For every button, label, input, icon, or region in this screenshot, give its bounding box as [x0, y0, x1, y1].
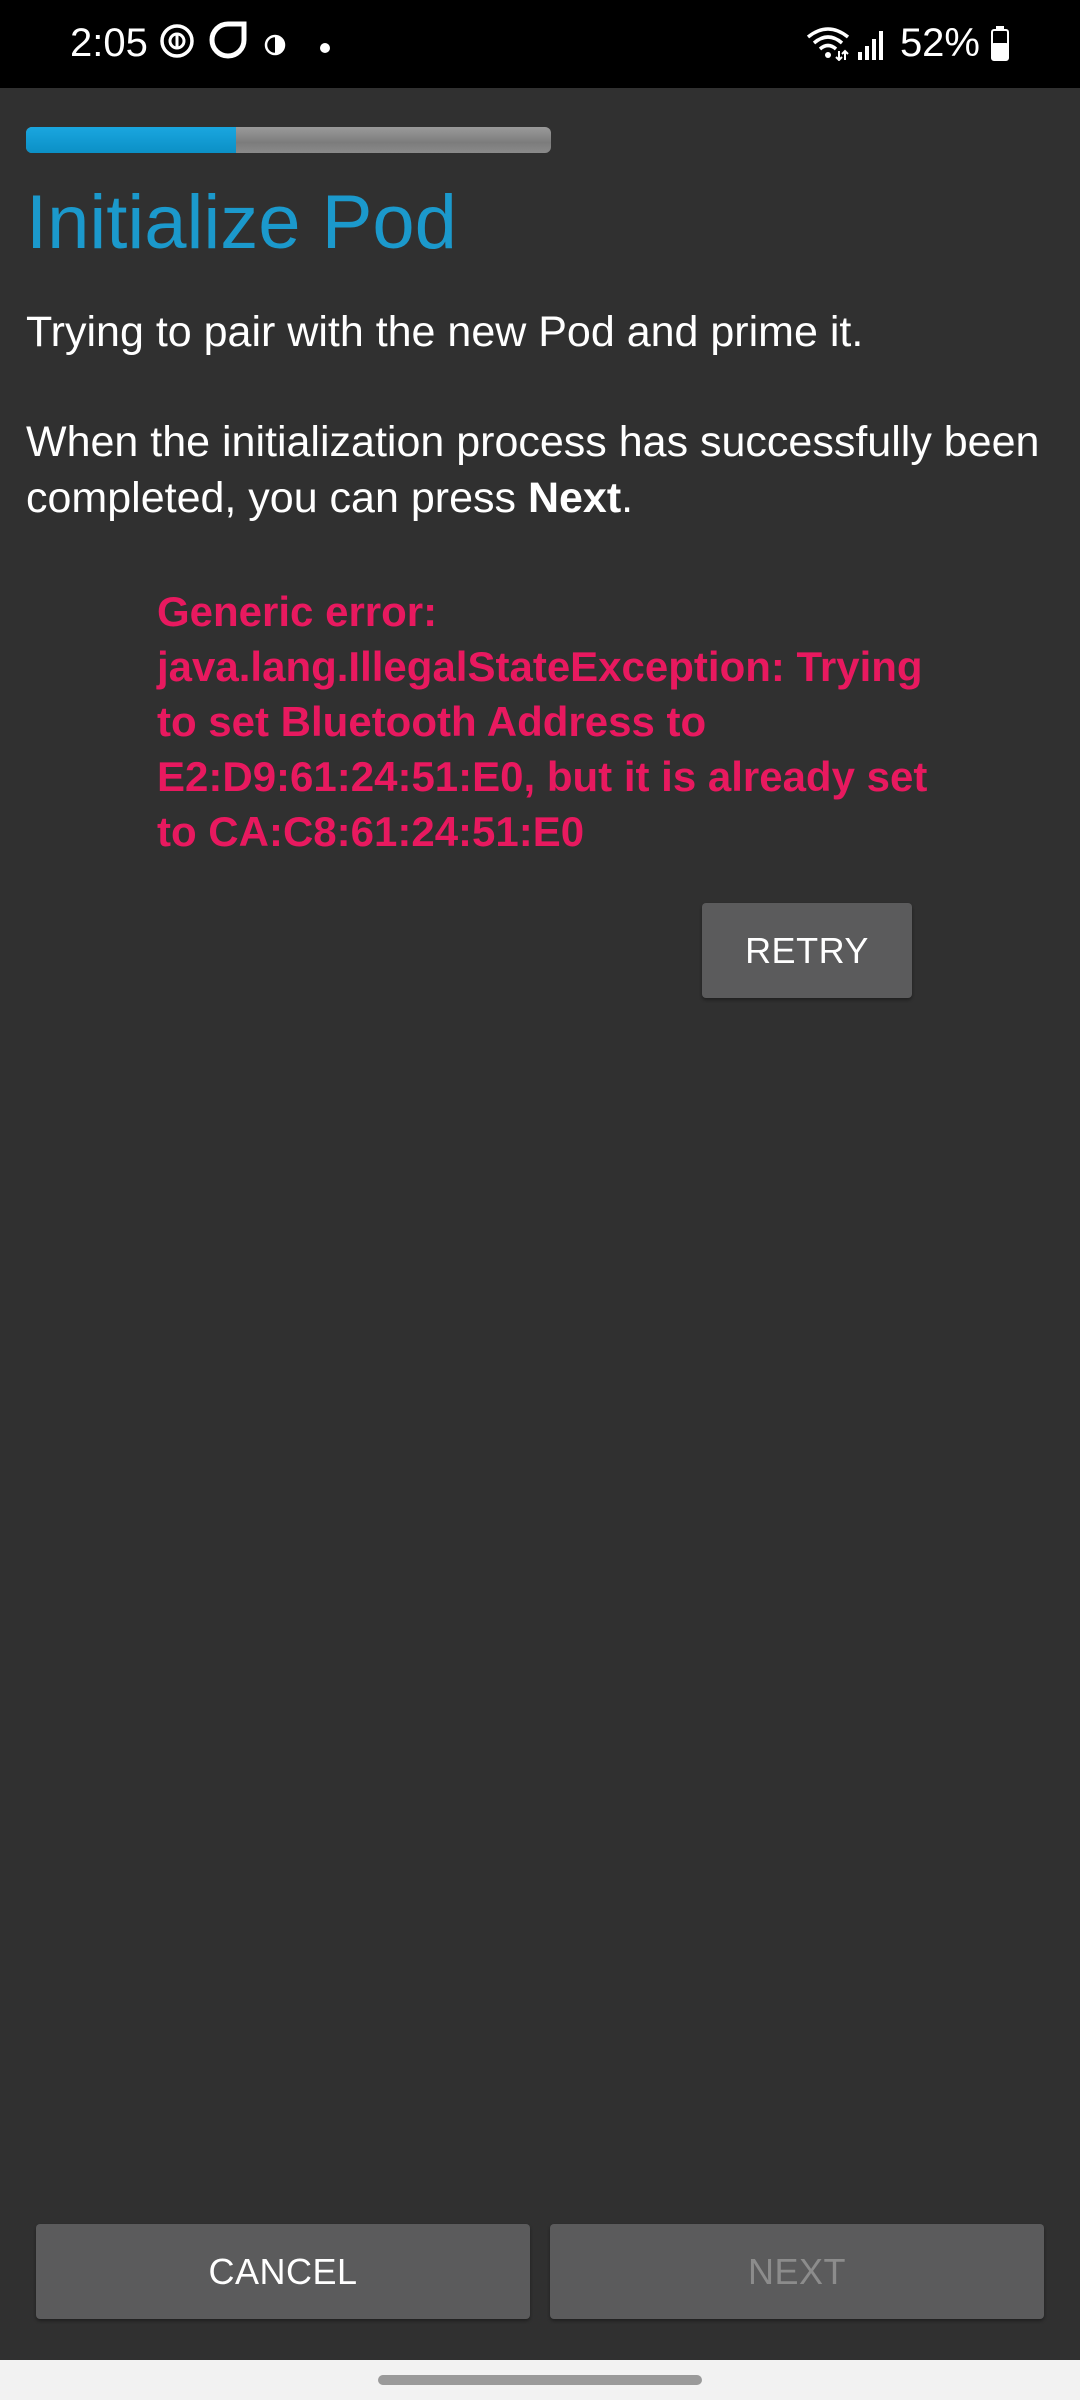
page-title: Initialize Pod [26, 180, 457, 265]
instruction-text: Trying to pair with the new Pod and prim… [26, 308, 864, 356]
completion-instruction-suffix: . [621, 474, 634, 522]
retry-button[interactable]: RETRY [702, 903, 912, 998]
error-message: Generic error: java.lang.IllegalStateExc… [157, 588, 928, 855]
cancel-button[interactable]: CANCEL [36, 2224, 530, 2319]
signal-icon [856, 26, 888, 60]
home-indicator[interactable] [378, 2375, 702, 2385]
next-button[interactable]: NEXT [550, 2224, 1044, 2319]
status-time: 2:05 [70, 21, 148, 65]
status-bar: 2:05 52% [0, 0, 1080, 88]
status-system-icons: 52% [806, 18, 1010, 68]
battery-percentage: 52% [899, 21, 980, 65]
screen: 2:05 52% Initialize Pod Trying to pair w… [0, 0, 1080, 2400]
contrast-icon [264, 34, 286, 56]
notification-dot-icon [320, 42, 330, 53]
next-keyword: Next [527, 474, 622, 522]
ring-icon [208, 20, 248, 60]
wizard-progress-fill [26, 127, 236, 153]
wizard-progress-bar [26, 127, 551, 153]
status-notification-icons [158, 21, 330, 60]
wifi-icon [806, 25, 850, 62]
battery-icon [990, 25, 1010, 61]
completion-instruction-text: When the initialization process has succ… [26, 414, 1056, 526]
data-saver-icon [158, 22, 196, 60]
